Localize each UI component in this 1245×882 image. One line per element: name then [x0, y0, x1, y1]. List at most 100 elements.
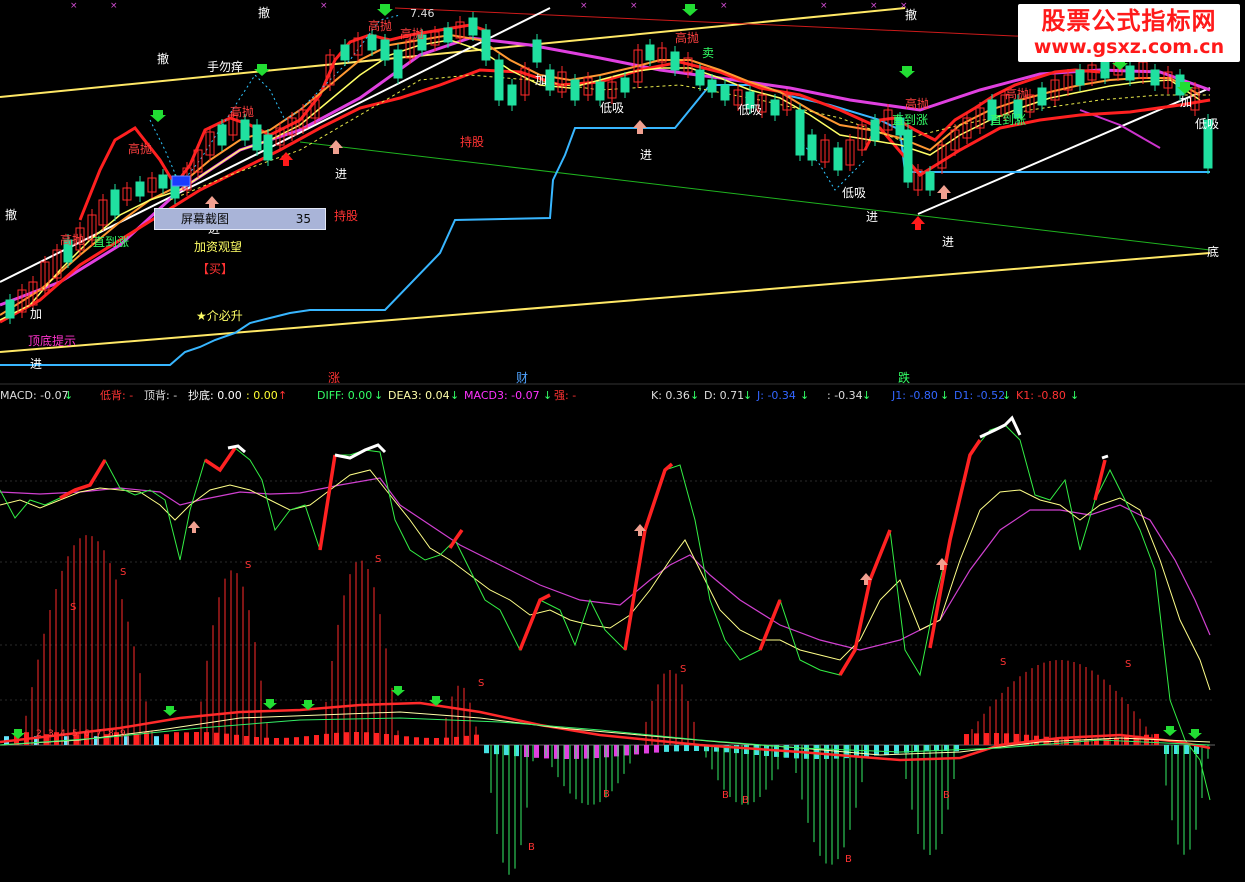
candle-body — [5, 299, 15, 319]
indicator-value: ↓ — [1070, 389, 1079, 402]
indicator-value: ↓ — [940, 389, 949, 402]
candle-body — [1125, 65, 1135, 81]
signal-label: 加资观望 — [194, 240, 242, 254]
count-digit: 2 — [36, 729, 42, 739]
signal-label: 手勿痒 — [207, 59, 243, 74]
histogram-bar — [624, 745, 629, 756]
histogram-bar — [134, 734, 139, 745]
histogram-bar — [874, 745, 879, 756]
histogram-bar — [414, 737, 419, 745]
candle-body — [545, 69, 555, 91]
signal-label: 直到涨 — [990, 112, 1026, 127]
histogram-bar — [684, 745, 689, 752]
histogram-bar — [644, 745, 649, 754]
histogram-bar — [594, 745, 599, 759]
separator-caption: 跌 — [898, 370, 910, 385]
histogram-bar — [404, 736, 409, 745]
signal-label: 进 — [942, 235, 954, 249]
indicator-value: ↑ — [278, 389, 287, 402]
x-marker-icon: × — [70, 1, 78, 11]
s-marker: S — [375, 554, 381, 565]
k-peak-highlight — [1101, 454, 1109, 460]
indicator-value: : -0.34 — [827, 389, 863, 402]
signal-label: 高抛 — [128, 141, 152, 156]
histogram-bar — [194, 732, 199, 745]
candle-body — [393, 49, 403, 79]
histogram-bar — [274, 737, 279, 745]
histogram-bar — [1104, 738, 1109, 745]
candle-body — [252, 124, 262, 151]
chart-stage: × × × × × × × × × 撤撤撤撤手勿痒 高抛 高抛 高抛 高抛 高抛 高抛 高抛 高抛卖低吸 低吸 低吸… — [0, 0, 1245, 878]
histogram-bar — [244, 735, 249, 745]
indicator-value: ↓ — [743, 389, 752, 402]
signal-label: 低吸 — [600, 101, 624, 115]
signal-label: 撤 — [157, 51, 169, 66]
b-marker: B — [722, 790, 729, 801]
s-marker: S — [478, 678, 484, 689]
histogram-bar — [214, 732, 219, 745]
candle-body — [481, 29, 491, 61]
histogram-bar — [674, 745, 679, 752]
signal-label: 低吸 — [1195, 117, 1219, 131]
candle-body — [833, 147, 843, 171]
signal-label: 【买】 — [197, 262, 233, 276]
signal-label: 进 — [640, 148, 652, 162]
candle-body — [468, 17, 478, 36]
count-digit: 4 — [60, 729, 66, 739]
signal-label: 低吸 — [738, 103, 762, 117]
blue-box-marker — [171, 175, 191, 187]
b-marker: B — [742, 795, 749, 806]
candle-body — [1100, 61, 1110, 79]
watermark-url: www.gsxz.com.cn — [1033, 36, 1225, 58]
signal-label: 高抛 — [368, 18, 392, 33]
count-digit: 5 — [72, 729, 78, 739]
histogram-bar — [174, 732, 179, 745]
histogram-bar — [504, 745, 509, 756]
histogram-bar — [184, 732, 189, 745]
tooltip-value: 35 — [295, 212, 311, 226]
indicator-value: 强: - — [554, 389, 576, 402]
histogram-bar — [304, 736, 309, 745]
signal-label: 撤 — [905, 7, 917, 22]
candle-body — [807, 134, 817, 161]
candle-body — [110, 189, 120, 216]
indicator-value: 低背: - — [100, 388, 133, 402]
indicator-value: K1: -0.80 — [1016, 389, 1066, 402]
tooltip-label: 屏幕截图 — [181, 212, 230, 226]
histogram-bar — [424, 737, 429, 745]
b-marker: B — [603, 789, 610, 800]
watermark-logo: 股票公式指标网 www.gsxz.com.cn — [1018, 4, 1240, 62]
signal-label: 高抛 — [905, 96, 929, 111]
candle-body — [443, 27, 453, 43]
signal-label: 高抛 — [60, 232, 84, 247]
s-marker: S — [1125, 659, 1131, 670]
s-marker: S — [1000, 657, 1006, 668]
candle-body — [903, 129, 913, 183]
candle-body — [707, 79, 717, 93]
x-marker-icon: × — [630, 1, 638, 11]
candle-body — [795, 109, 805, 156]
indicator-value: ↓ — [690, 389, 699, 402]
signal-label: 高抛 — [675, 30, 699, 45]
indicator-value: MACD3: -0.07 — [464, 389, 540, 402]
histogram-bar — [984, 733, 989, 745]
indicator-value: 顶背: - — [144, 388, 177, 402]
b-marker: B — [528, 842, 535, 853]
s-marker: S — [245, 560, 251, 571]
histogram-bar — [1184, 745, 1189, 754]
signal-label: 加 — [535, 73, 547, 87]
indicator-value: ↓ — [543, 389, 552, 402]
indicator-value: D1: -0.52 — [954, 389, 1005, 402]
histogram-bar — [534, 745, 539, 758]
histogram-bar — [564, 745, 569, 759]
histogram-bar — [294, 737, 299, 745]
x-marker-icon: × — [720, 1, 728, 11]
signal-label: 进 — [335, 167, 347, 181]
top-price-label: 7.46 — [410, 7, 435, 20]
signal-label: 高抛 — [230, 104, 254, 119]
candle-body — [532, 39, 542, 63]
s-marker: S — [120, 567, 126, 578]
screenshot-tooltip[interactable]: 屏幕截图 35 — [154, 208, 326, 230]
indicator-header: MACD: -0.07↓ 低背: - 顶背: - 抄底: 0.00: 0.00 ↑ DIF… — [0, 388, 1079, 402]
count-digit: 3 — [48, 729, 54, 739]
